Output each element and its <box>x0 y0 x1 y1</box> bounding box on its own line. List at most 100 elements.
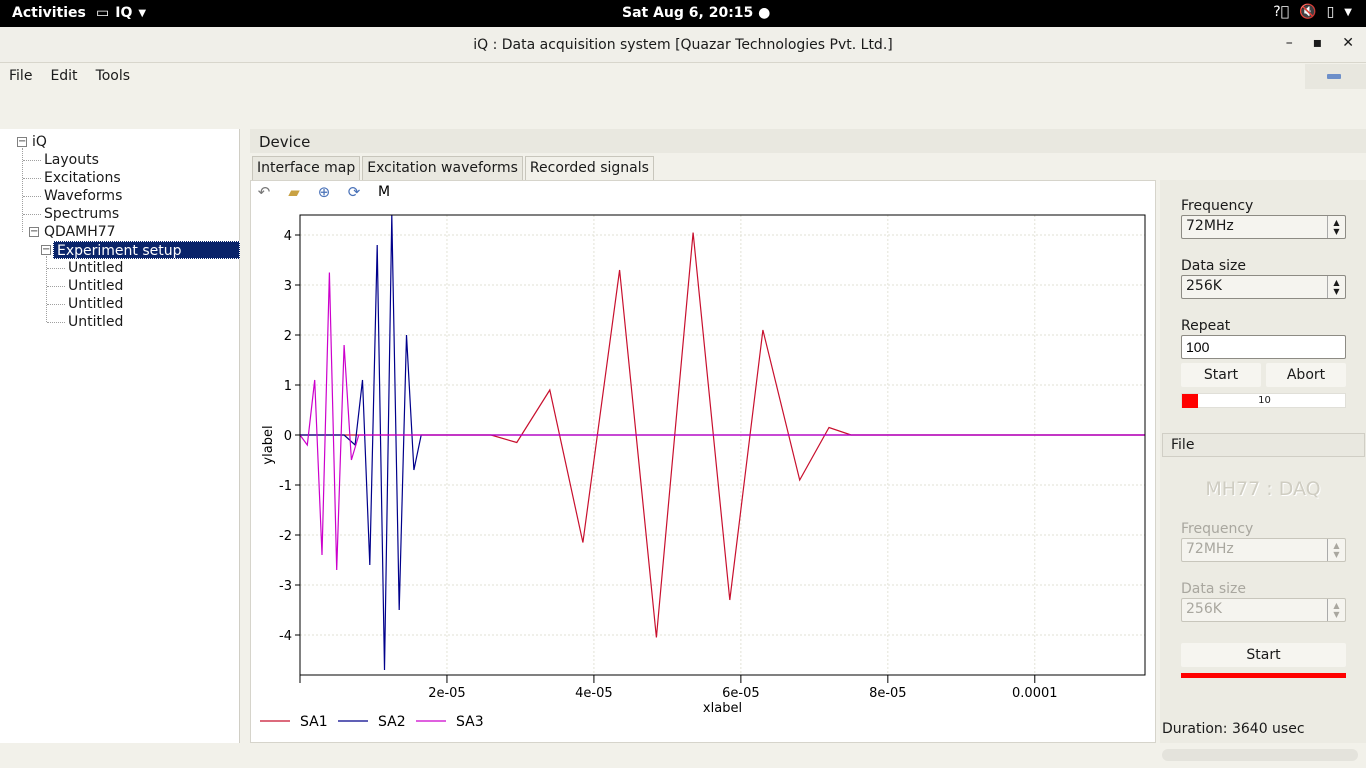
y-tick-label: 0 <box>284 429 292 444</box>
x-tick-label: 2e-05 <box>428 686 466 701</box>
data-size2-select[interactable]: 256K ▲ ▼ <box>1181 598 1346 622</box>
activities-button[interactable]: Activities <box>12 5 86 21</box>
spinner-icon: ▲ ▼ <box>1327 539 1345 561</box>
menu-file[interactable]: File <box>0 64 41 89</box>
frequency-value: 72MHz <box>1186 218 1234 234</box>
tree-item-untitled[interactable]: Untitled <box>68 295 123 313</box>
frequency-select[interactable]: 72MHz ▲ ▼ <box>1181 215 1346 239</box>
repeat-label: Repeat <box>1181 318 1231 334</box>
tab-bar: Interface map Excitation waveforms Recor… <box>252 156 656 180</box>
legend-label-sa1: SA1 <box>300 714 328 730</box>
zoom-icon[interactable]: ⊕ <box>315 183 333 201</box>
daq-logo: MH77 : DAQ <box>1205 478 1321 500</box>
x-tick-label: 6e-05 <box>722 686 760 701</box>
status-bar-indicator <box>1181 673 1346 678</box>
data-size-select[interactable]: 256K ▲ ▼ <box>1181 275 1346 299</box>
tab-recorded-signals[interactable]: Recorded signals <box>524 156 654 180</box>
device-header: Device <box>250 129 1366 153</box>
tab-excitation-waveforms[interactable]: Excitation waveforms <box>362 156 523 180</box>
window-title: iQ : Data acquisition system [Quazar Tec… <box>473 37 893 53</box>
abort-button[interactable]: Abort <box>1266 363 1346 387</box>
window-icon: ▭ <box>96 5 110 21</box>
status-bar <box>0 743 1366 768</box>
y-tick-label: 2 <box>284 329 292 344</box>
minus-icon <box>1327 74 1341 79</box>
legend-label-sa3: SA3 <box>456 714 484 730</box>
menu-tools[interactable]: Tools <box>87 64 140 89</box>
project-tree: − iQ Layouts Excitations Waveforms Spect… <box>0 129 240 743</box>
frequency-label: Frequency <box>1181 198 1254 214</box>
dock-toggle[interactable] <box>1305 64 1366 89</box>
file-header[interactable]: File <box>1162 433 1365 457</box>
tree-item-experiment-setup[interactable]: Experiment setup <box>53 241 240 259</box>
tree-item-spectrums[interactable]: Spectrums <box>44 205 119 223</box>
file-title: File <box>1171 437 1195 453</box>
tree-item-waveforms[interactable]: Waveforms <box>44 187 122 205</box>
spinner-icon: ▲ ▼ <box>1327 216 1345 238</box>
app-name: IQ <box>115 5 133 21</box>
scroll-grip[interactable] <box>1162 749 1358 761</box>
window-titlebar: iQ : Data acquisition system [Quazar Tec… <box>0 27 1366 63</box>
system-tray[interactable]: ?⃞ 🔇 ▯ ▼ <box>1273 4 1352 20</box>
y-tick-label: -1 <box>279 479 292 494</box>
y-tick-label: 1 <box>284 379 292 394</box>
menu-arrow-icon[interactable]: ▼ <box>1344 7 1352 18</box>
menu-edit[interactable]: Edit <box>41 64 86 89</box>
clock-label: Sat Aug 6, 20:15 <box>622 5 754 21</box>
start-button[interactable]: Start <box>1181 363 1261 387</box>
menu-bar: File Edit Tools <box>0 64 1305 89</box>
legend-label-sa2: SA2 <box>378 714 406 730</box>
y-tick-label: 4 <box>284 229 292 244</box>
repeat-input[interactable] <box>1181 335 1346 359</box>
signal-chart[interactable]: 4 3 2 1 0 -1 -2 -3 -4 2e-05 4e-05 6e-05 8e-05 0.0001 x… <box>250 205 1154 741</box>
minimize-button[interactable]: – <box>1286 35 1293 51</box>
device-title: Device <box>259 133 311 151</box>
tree-item-untitled[interactable]: Untitled <box>68 277 123 295</box>
y-tick-label: -2 <box>279 529 292 544</box>
tab-interface-map[interactable]: Interface map <box>252 156 361 180</box>
frequency2-select[interactable]: 72MHz ▲ ▼ <box>1181 538 1346 562</box>
m-button[interactable]: M <box>375 184 393 200</box>
frequency2-value: 72MHz <box>1186 541 1234 557</box>
progress-bar: 10 <box>1181 393 1346 408</box>
progress-text: 10 <box>1258 395 1271 406</box>
y-tick-label: -3 <box>279 579 292 594</box>
open-folder-icon[interactable]: ▰ <box>285 183 303 201</box>
tree-item-untitled[interactable]: Untitled <box>68 259 123 277</box>
app-menu[interactable]: ▭ IQ ▼ <box>96 5 146 21</box>
data-size2-label: Data size <box>1181 581 1247 597</box>
plot-background <box>300 215 1145 675</box>
collapse-icon[interactable]: − <box>17 137 27 147</box>
collapse-icon[interactable]: − <box>29 227 39 237</box>
help-icon[interactable]: ?⃞ <box>1273 4 1289 20</box>
spinner-icon: ▲ ▼ <box>1327 599 1345 621</box>
start2-button[interactable]: Start <box>1181 643 1346 667</box>
frequency2-label: Frequency <box>1181 521 1254 537</box>
x-axis-label: xlabel <box>703 701 742 716</box>
tree-item-device[interactable]: QDAMH77 <box>44 223 116 241</box>
tree-item-excitations[interactable]: Excitations <box>44 169 121 187</box>
close-button[interactable]: ✕ <box>1342 35 1354 51</box>
collapse-icon[interactable]: − <box>41 245 51 255</box>
top-bar: Activities ▭ IQ ▼ Sat Aug 6, 20:15 ● ?⃞ … <box>0 0 1366 27</box>
data-size-value: 256K <box>1186 278 1222 294</box>
battery-icon[interactable]: ▯ <box>1327 4 1335 20</box>
x-tick-label: 4e-05 <box>575 686 613 701</box>
y-tick-label: -4 <box>279 629 292 644</box>
volume-icon[interactable]: 🔇 <box>1299 4 1316 20</box>
y-tick-label: 3 <box>284 279 292 294</box>
y-axis-label: ylabel <box>261 425 276 464</box>
clock[interactable]: Sat Aug 6, 20:15 ● <box>622 5 770 21</box>
tree-item-layouts[interactable]: Layouts <box>44 151 99 169</box>
tree-root[interactable]: iQ <box>32 133 47 151</box>
x-tick-label: 8e-05 <box>869 686 907 701</box>
tree-item-untitled[interactable]: Untitled <box>68 313 123 331</box>
maximize-button[interactable]: ▪ <box>1313 35 1323 51</box>
chevron-down-icon: ▼ <box>138 7 147 19</box>
data-size2-value: 256K <box>1186 601 1222 617</box>
duration-label: Duration: 3640 usec <box>1162 721 1305 737</box>
data-size-label: Data size <box>1181 258 1247 274</box>
refresh-icon[interactable]: ⟳ <box>345 183 363 201</box>
plot-toolbar: ↶ ▰ ⊕ ⟳ M <box>255 182 393 202</box>
undo-icon[interactable]: ↶ <box>255 183 273 201</box>
